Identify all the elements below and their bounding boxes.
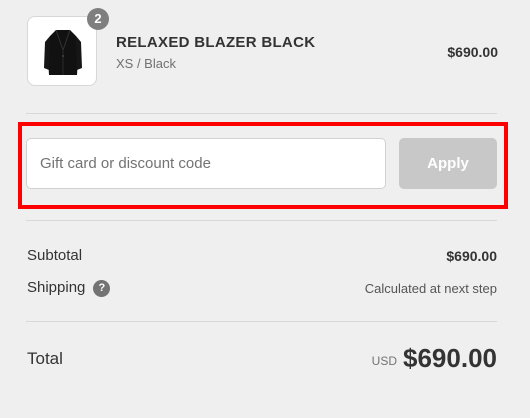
subtotal-label: Subtotal	[27, 247, 83, 264]
total-label: Total	[27, 349, 63, 368]
apply-button[interactable]: Apply	[399, 138, 497, 189]
discount-code-input[interactable]	[26, 138, 386, 189]
subtotal-value: $690.00	[446, 248, 497, 264]
divider	[26, 220, 497, 221]
total-currency: USD	[371, 354, 397, 368]
product-thumbnail: 2	[27, 8, 109, 86]
total-amount: $690.00	[403, 343, 497, 373]
quantity-badge: 2	[87, 8, 109, 30]
product-price: $690.00	[447, 44, 498, 60]
line-item: 2 RELAXED BLAZER BLACK XS / Black $690.0…	[26, 8, 498, 89]
shipping-row: Shipping?	[27, 279, 111, 297]
shipping-label: Shipping	[27, 279, 86, 296]
product-variant: XS / Black	[116, 56, 176, 71]
blazer-image	[44, 29, 82, 75]
divider	[26, 113, 497, 114]
question-mark-icon[interactable]: ?	[93, 280, 111, 297]
divider	[26, 321, 497, 322]
shipping-value: Calculated at next step	[364, 281, 497, 296]
product-name: RELAXED BLAZER BLACK	[116, 34, 316, 51]
